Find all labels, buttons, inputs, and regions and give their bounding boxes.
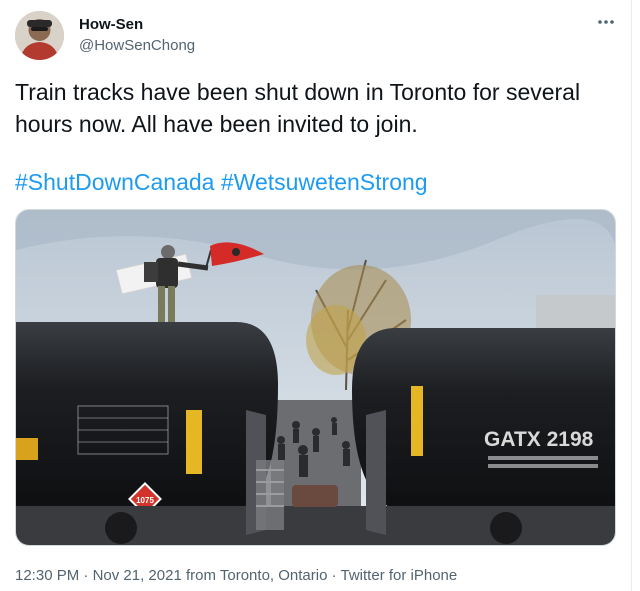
hashtag-line: #ShutDownCanada #WetsuwetenStrong	[15, 166, 428, 198]
tweet-metadata: 12:30 PM · Nov 21, 2021 from Toronto, On…	[15, 567, 457, 584]
user-handle[interactable]: @HowSenChong	[79, 37, 195, 54]
tweet-photo[interactable]: 1075 GATX 2198	[15, 209, 616, 546]
tweet-source[interactable]: Twitter for iPhone	[341, 567, 458, 584]
avatar-image	[15, 11, 64, 60]
tweet-time[interactable]: 12:30 PM	[15, 567, 79, 584]
avatar[interactable]	[15, 11, 64, 60]
tweet-card: How-Sen @HowSenChong Train tracks have b…	[0, 0, 632, 591]
svg-text:1075: 1075	[136, 496, 154, 505]
location-prefix: from	[185, 567, 216, 584]
meta-separator: ·	[331, 567, 337, 584]
display-name[interactable]: How-Sen	[79, 16, 143, 33]
photo-train-tank-cars: 1075 GATX 2198	[16, 210, 615, 545]
tank-car-label: GATX 2198	[484, 428, 594, 451]
meta-separator: ·	[83, 567, 89, 584]
hashtag-link[interactable]: #WetsuwetenStrong	[221, 169, 428, 195]
more-horizontal-icon[interactable]	[594, 12, 618, 32]
tweet-text: Train tracks have been shut down in Toro…	[15, 79, 581, 137]
tweet-location[interactable]: Toronto, Ontario	[220, 567, 328, 584]
tweet-date[interactable]: Nov 21, 2021	[93, 567, 182, 584]
hashtag-link[interactable]: #ShutDownCanada	[15, 169, 214, 195]
